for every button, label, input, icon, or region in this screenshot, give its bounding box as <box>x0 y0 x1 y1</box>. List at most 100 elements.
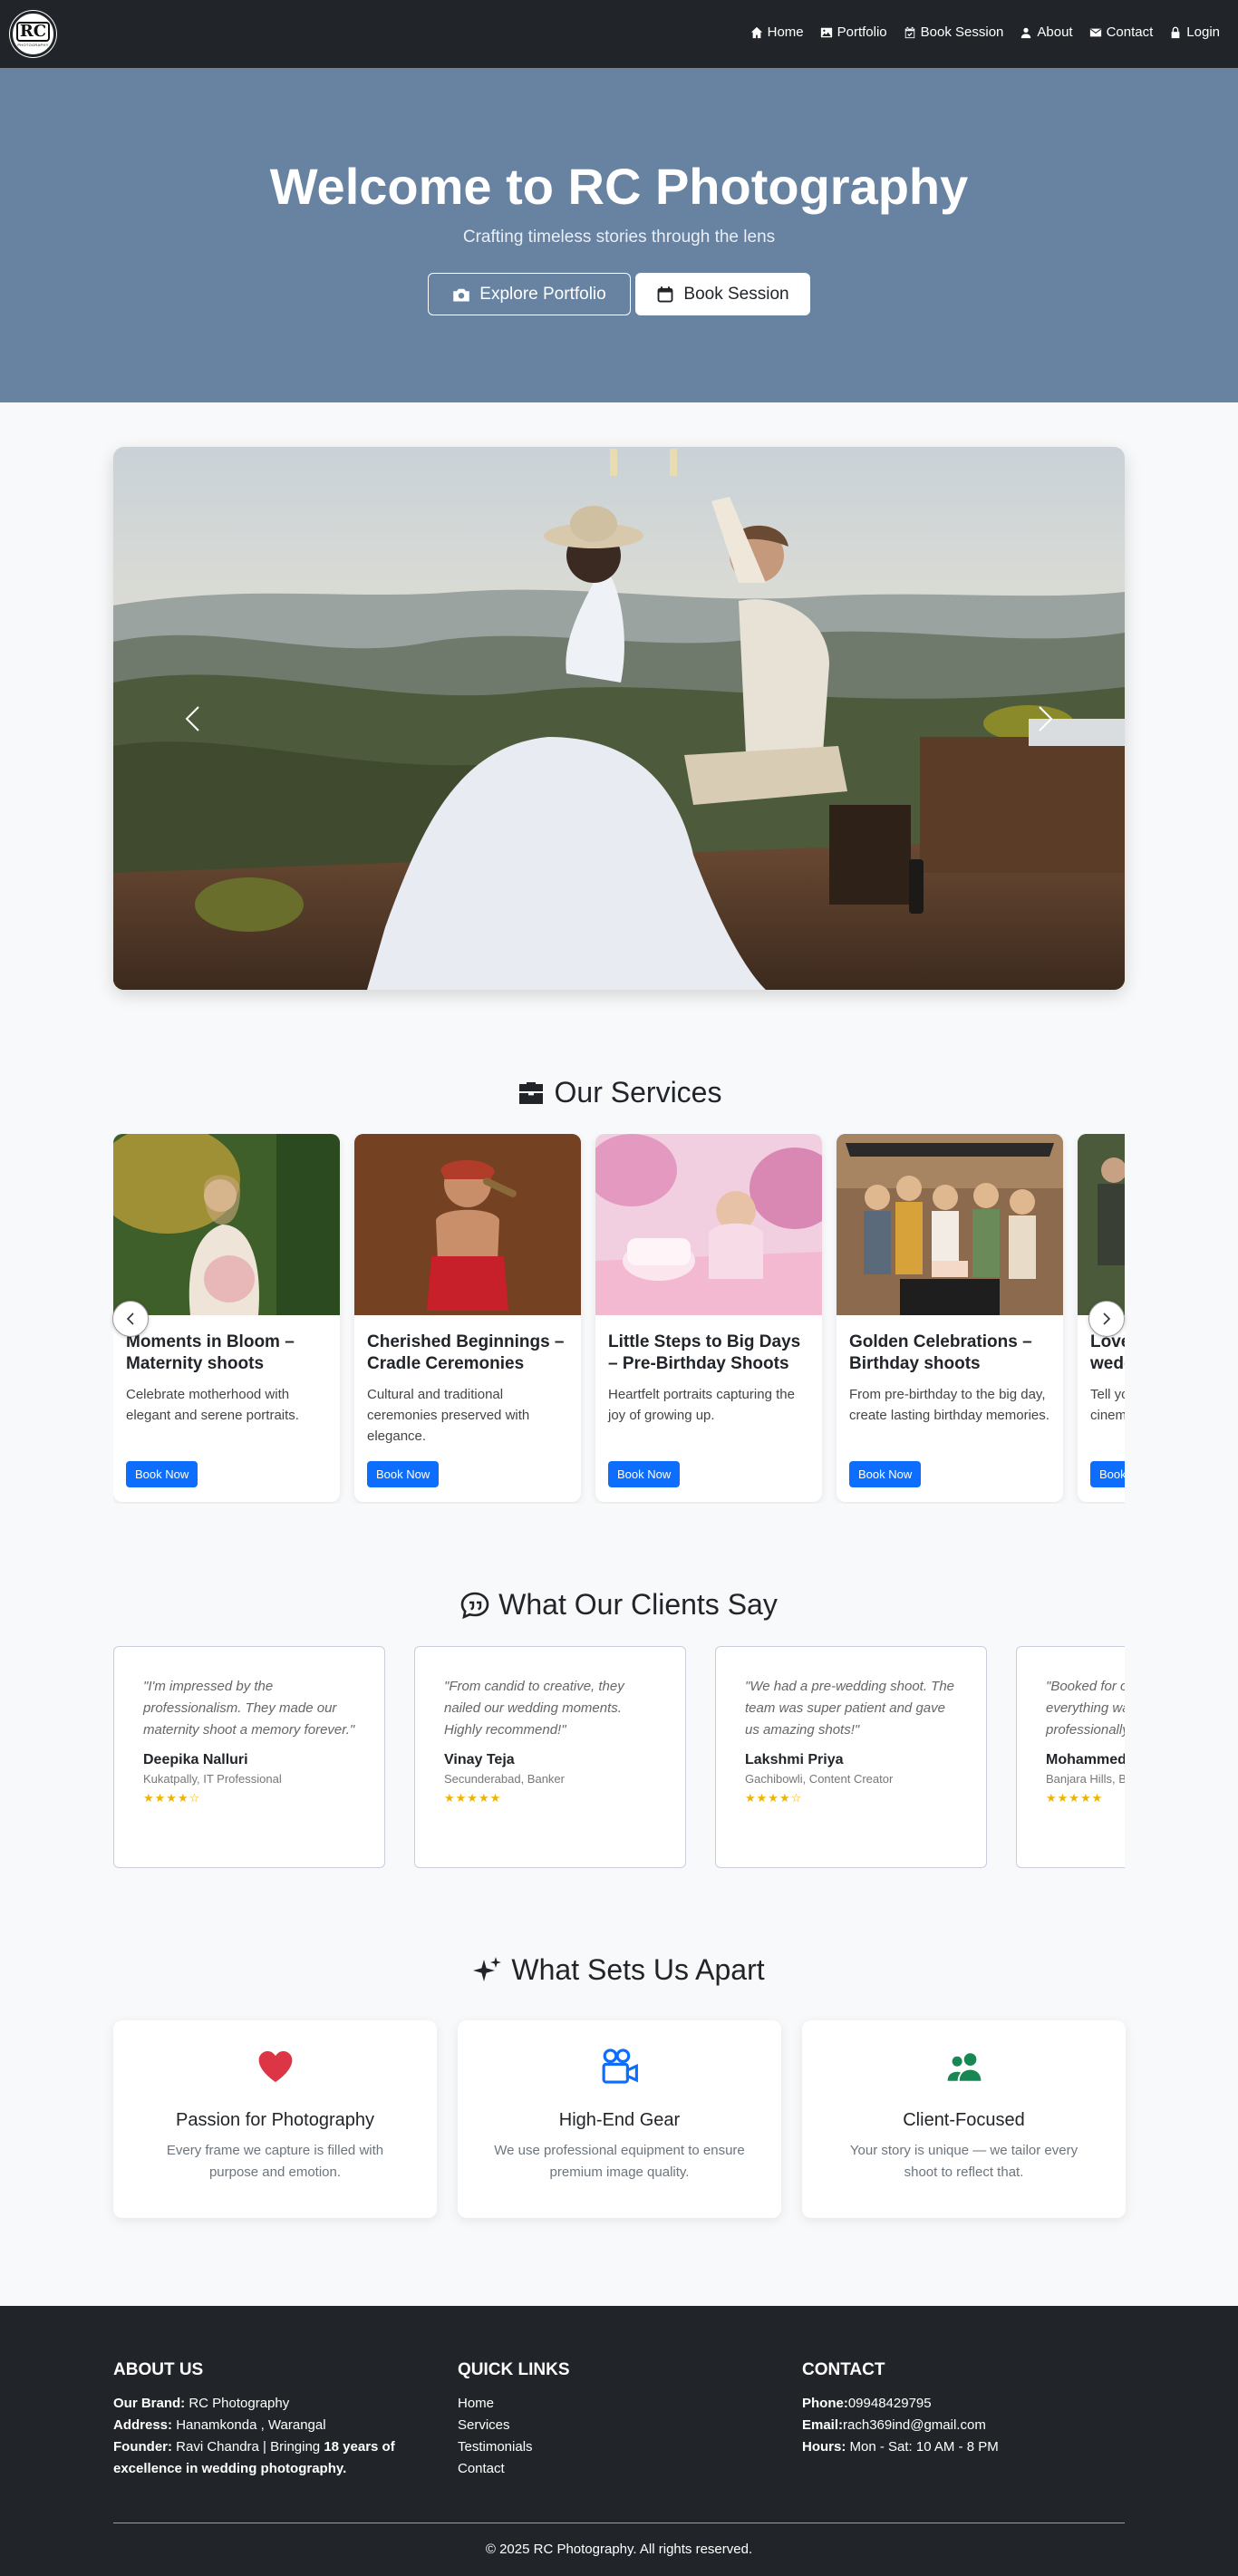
testimonial-quote: "From candid to creative, they nailed ou… <box>444 1679 624 1738</box>
nav-login[interactable]: Login <box>1169 24 1220 40</box>
chat-quote-icon <box>460 1592 489 1619</box>
testimonial-quote: "I'm impressed by the professionalism. T… <box>143 1679 355 1738</box>
pre-wedding-photo <box>1078 1134 1125 1315</box>
star-rating: ★★★★★ <box>444 1791 502 1805</box>
briefcase-icon <box>518 1081 543 1104</box>
house-icon <box>750 26 762 38</box>
person-icon <box>1021 27 1031 38</box>
carousel-prev-button[interactable] <box>166 692 220 746</box>
service-title: Moments in Bloom – Maternity shoots <box>126 1332 295 1373</box>
photo-carousel[interactable] <box>113 447 1125 990</box>
service-title: Love Stories – Pre-wedding shoots <box>1090 1332 1125 1373</box>
navbar: RC PHOTOGRAPHY Home Portfolio Book Sessi… <box>0 0 1238 68</box>
image-icon <box>820 27 832 37</box>
features-heading: What Sets Us Apart <box>0 1953 1238 1987</box>
testimonials-heading: What Our Clients Say <box>0 1588 1238 1622</box>
chevron-right-icon <box>1103 1312 1111 1325</box>
address-value: Hanamkonda , Warangal <box>172 2417 326 2433</box>
feature-title: High-End Gear <box>558 2110 681 2130</box>
founder-label: Founder: <box>113 2439 172 2455</box>
nav-home-label: Home <box>767 24 804 40</box>
footer-link-home[interactable]: Home <box>458 2393 766 2415</box>
footer-phone-line: Phone:09948429795 <box>802 2393 1110 2415</box>
brand-logo[interactable]: RC PHOTOGRAPHY <box>10 11 56 57</box>
nav-contact-label: Contact <box>1106 24 1154 40</box>
testimonial-card: "From candid to creative, they nailed ou… <box>414 1646 686 1868</box>
calendar-icon <box>657 286 673 302</box>
nav-home[interactable]: Home <box>750 24 804 40</box>
birthday-photo <box>837 1134 1063 1315</box>
service-desc: Tell your love story with cinematic pre-… <box>1090 1387 1125 1423</box>
services-next-button[interactable] <box>1088 1301 1125 1337</box>
nav-portfolio[interactable]: Portfolio <box>820 24 887 40</box>
footer-founder-line: Founder: Ravi Chandra | Bringing 18 year… <box>113 2436 421 2480</box>
feature-card: Client-Focused Your story is unique — we… <box>802 2020 1126 2218</box>
testimonial-card: "Booked for our event and everything was… <box>1016 1646 1125 1868</box>
phone-label: Phone: <box>802 2396 848 2411</box>
address-label: Address: <box>113 2417 173 2433</box>
footer-contact: CONTACT Phone:09948429795 Email:rach369i… <box>802 2360 1110 2458</box>
hero-subtitle: Crafting timeless stories through the le… <box>462 228 776 247</box>
heart-icon <box>258 2050 293 2083</box>
people-icon <box>947 2053 982 2081</box>
testimonial-card: "We had a pre-wedding shoot. The team wa… <box>715 1646 987 1868</box>
testimonial-name: Deepika Nalluri <box>143 1752 248 1767</box>
testimonial-meta: Kukatpally, IT Professional <box>143 1772 282 1786</box>
stars-icon <box>473 1956 502 1981</box>
explore-portfolio-label: Explore Portfolio <box>479 284 606 304</box>
testimonial-quote: "We had a pre-wedding shoot. The team wa… <box>745 1679 955 1738</box>
service-title: Golden Celebrations – Birthday shoots <box>849 1332 1032 1373</box>
service-card: Cherished Beginnings – Cradle Ceremonies… <box>354 1134 581 1502</box>
nav-portfolio-label: Portfolio <box>837 24 887 40</box>
testimonials-carousel: "I'm impressed by the professionalism. T… <box>113 1646 1125 1869</box>
testimonial-meta: Secunderabad, Banker <box>444 1772 565 1786</box>
hours-label: Hours: <box>802 2439 846 2455</box>
footer-email-line: Email:rach369ind@gmail.com <box>802 2415 1110 2436</box>
book-session-button[interactable]: Book Session <box>635 273 810 315</box>
book-now-button[interactable]: Book Now <box>367 1461 440 1487</box>
chevron-left-icon <box>126 1312 134 1325</box>
nav-book-session[interactable]: Book Session <box>904 24 1004 40</box>
star-rating: ★★★★☆ <box>745 1791 803 1805</box>
maternity-photo <box>113 1134 340 1315</box>
brand-value: RC Photography <box>185 2396 290 2411</box>
carousel-next-button[interactable] <box>1018 692 1072 746</box>
services-title: Our Services <box>554 1076 722 1109</box>
book-now-button[interactable]: Book Now <box>849 1461 922 1487</box>
hours-value: Mon - Sat: 10 AM - 8 PM <box>846 2439 999 2455</box>
book-now-button[interactable]: Book Now <box>126 1461 198 1487</box>
calendar-check-icon <box>904 26 914 38</box>
feature-title: Passion for Photography <box>175 2110 375 2130</box>
nav-book-session-label: Book Session <box>920 24 1004 40</box>
book-now-button[interactable]: Book Now <box>1090 1461 1125 1487</box>
testimonial-meta: Gachibowli, Content Creator <box>745 1772 894 1786</box>
lock-icon <box>1171 26 1180 38</box>
footer-address-line: Address: Hanamkonda , Warangal <box>113 2415 421 2436</box>
copyright-text: © 2025 RC Photography. All rights reserv… <box>485 2542 753 2557</box>
explore-portfolio-button[interactable]: Explore Portfolio <box>428 273 631 315</box>
testimonial-name: Lakshmi Priya <box>745 1752 844 1767</box>
footer-link-services[interactable]: Services <box>458 2415 766 2436</box>
email-value[interactable]: rach369ind@gmail.com <box>843 2417 986 2433</box>
services-prev-button[interactable] <box>112 1301 149 1337</box>
footer-link-testimonials[interactable]: Testimonials <box>458 2436 766 2458</box>
footer-contact-heading: CONTACT <box>802 2360 885 2379</box>
service-card: Golden Celebrations – Birthday shoots Fr… <box>837 1134 1063 1502</box>
email-label: Email: <box>802 2417 844 2433</box>
chevron-left-icon <box>185 706 199 731</box>
phone-value[interactable]: 09948429795 <box>848 2396 932 2411</box>
feature-desc: Every frame we capture is filled with pu… <box>166 2143 384 2180</box>
book-now-button[interactable]: Book Now <box>608 1461 681 1487</box>
footer-link-contact[interactable]: Contact <box>458 2458 766 2480</box>
camera-icon <box>453 288 470 301</box>
feature-card: Passion for Photography Every frame we c… <box>113 2020 437 2218</box>
testimonial-quote: "Booked for our event and everything was… <box>1046 1679 1125 1738</box>
footer: ABOUT US Our Brand: RC Photography Addre… <box>0 2306 1238 2576</box>
service-title: Cherished Beginnings – Cradle Ceremonies <box>367 1332 565 1373</box>
footer-about: ABOUT US Our Brand: RC Photography Addre… <box>113 2360 421 2480</box>
star-rating: ★★★★☆ <box>143 1791 201 1805</box>
testimonial-card: "I'm impressed by the professionalism. T… <box>113 1646 385 1868</box>
nav-about[interactable]: About <box>1020 24 1073 40</box>
service-desc: Cultural and traditional ceremonies pres… <box>367 1387 530 1444</box>
nav-contact[interactable]: Contact <box>1089 24 1154 40</box>
